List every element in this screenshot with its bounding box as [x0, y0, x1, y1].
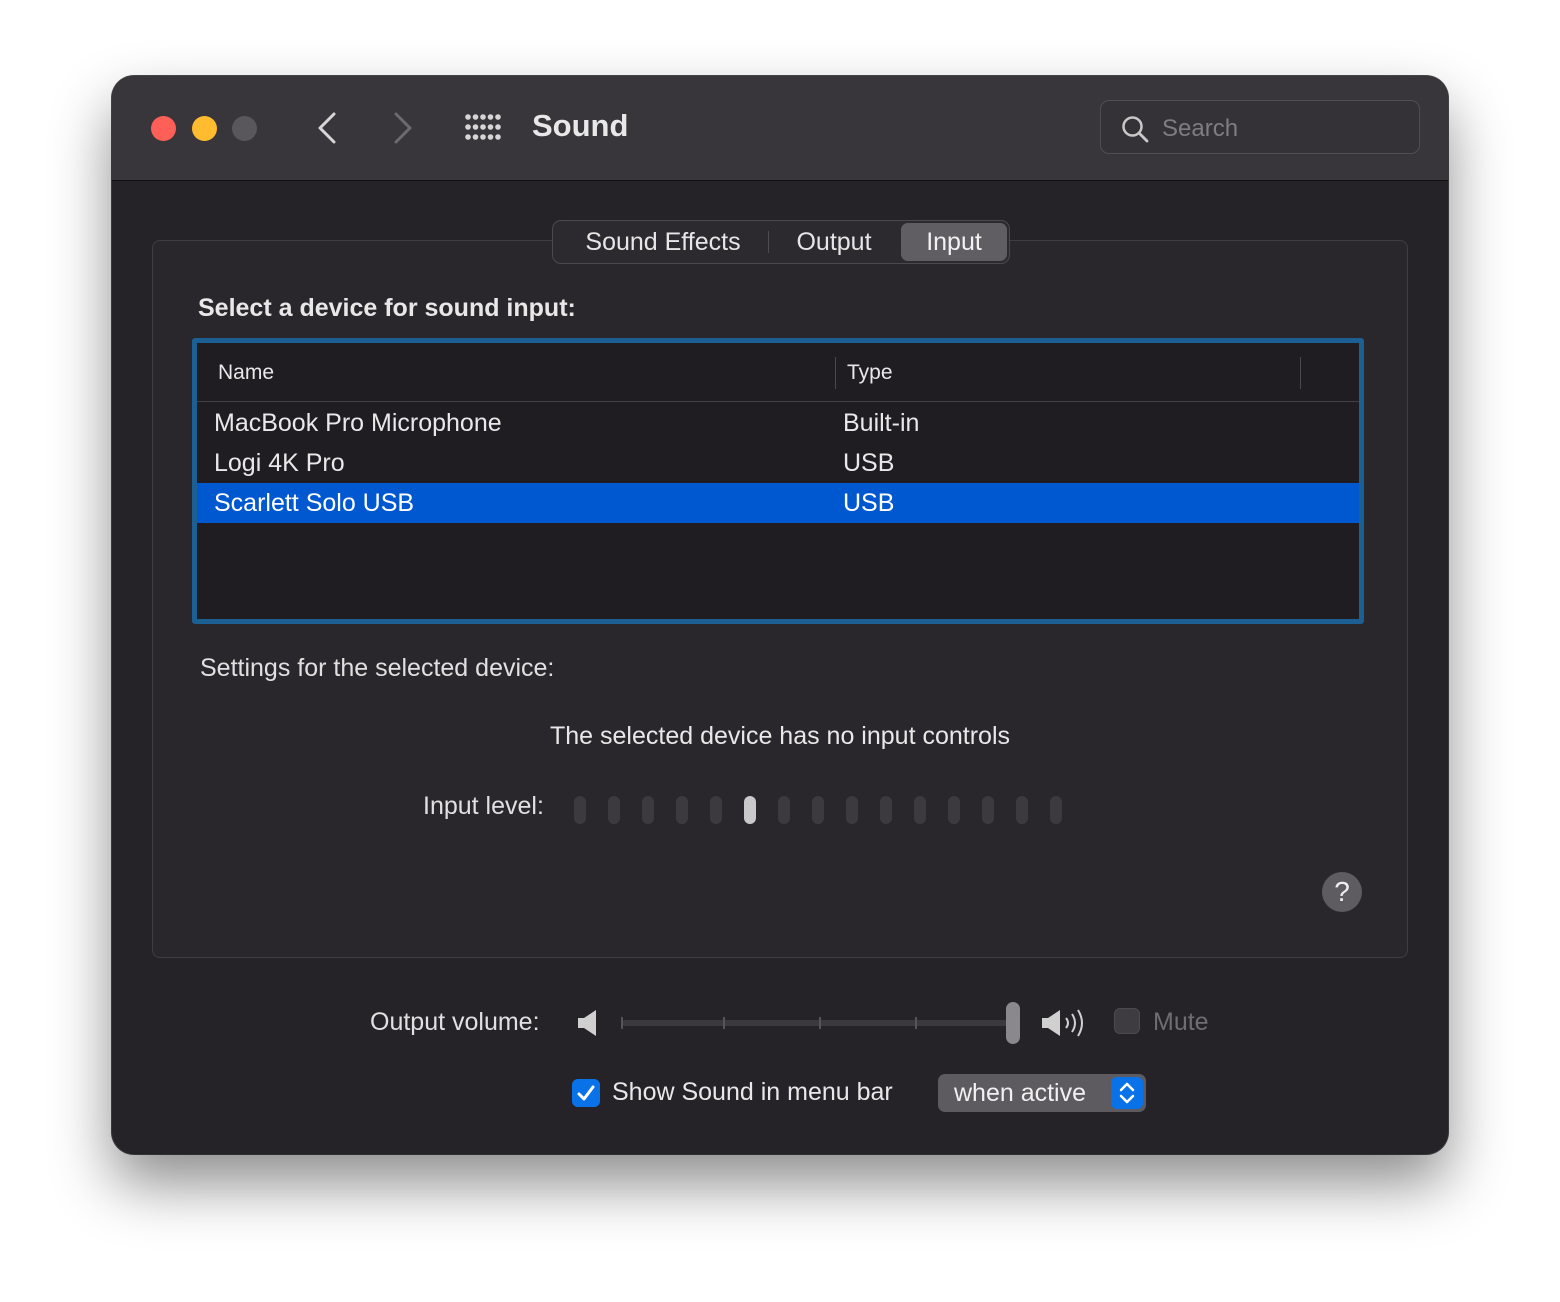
column-header-name[interactable]: Name — [218, 361, 274, 385]
device-row-selected[interactable]: Scarlett Solo USB USB — [197, 483, 1359, 523]
level-segment — [1050, 796, 1062, 824]
level-segment — [1016, 796, 1028, 824]
tab-separator — [768, 231, 769, 253]
level-segment — [880, 796, 892, 824]
sound-preferences-window: Sound Search Sound Effects Output Input … — [112, 76, 1448, 1154]
level-segment — [676, 796, 688, 824]
menubar-mode-value: when active — [954, 1079, 1087, 1107]
show-in-menubar-label: Show Sound in menu bar — [612, 1078, 893, 1106]
show-in-menubar-checkbox[interactable] — [572, 1079, 600, 1107]
tab-output[interactable]: Output — [771, 221, 897, 263]
output-volume-slider[interactable] — [620, 1000, 1026, 1046]
table-header: Name Type — [197, 343, 1359, 402]
device-row[interactable]: Logi 4K Pro USB — [197, 443, 1359, 483]
speaker-high-icon — [1042, 1009, 1083, 1037]
column-divider[interactable] — [1300, 357, 1301, 389]
no-input-controls-message: The selected device has no input control… — [550, 722, 1010, 750]
output-volume-label: Output volume: — [370, 1008, 540, 1036]
level-segment — [812, 796, 824, 824]
title-bar: Sound Search — [112, 76, 1448, 181]
search-placeholder: Search — [1162, 115, 1239, 142]
device-name: MacBook Pro Microphone — [214, 409, 502, 437]
level-segment — [608, 796, 620, 824]
input-level-label: Input level: — [423, 792, 544, 820]
column-header-type[interactable]: Type — [847, 361, 893, 385]
slider-knob — [1006, 1002, 1020, 1044]
menubar-mode-popup[interactable]: when active — [938, 1074, 1146, 1112]
show-all-grid-icon[interactable] — [464, 113, 502, 141]
level-segment — [948, 796, 960, 824]
device-type: USB — [843, 489, 895, 517]
search-icon — [1122, 116, 1149, 143]
zoom-button[interactable] — [232, 116, 257, 141]
back-chevron-icon[interactable] — [312, 110, 342, 146]
column-divider[interactable] — [835, 357, 836, 389]
popup-chevrons-icon — [1111, 1077, 1143, 1109]
level-segment — [846, 796, 858, 824]
tab-input[interactable]: Input — [901, 223, 1007, 261]
level-segment-lit — [744, 796, 756, 824]
device-type: Built-in — [843, 409, 920, 437]
window-title: Sound — [532, 108, 629, 143]
level-segment — [982, 796, 994, 824]
level-segment — [710, 796, 722, 824]
tab-control: Sound Effects Output Input — [552, 220, 1010, 264]
device-name: Scarlett Solo USB — [214, 489, 415, 517]
close-button[interactable] — [151, 116, 176, 141]
input-level-meter — [574, 796, 1062, 824]
tab-sound-effects[interactable]: Sound Effects — [561, 221, 765, 263]
level-segment — [914, 796, 926, 824]
help-button[interactable]: ? — [1322, 872, 1362, 912]
device-name: Logi 4K Pro — [214, 449, 345, 477]
forward-chevron-icon[interactable] — [388, 110, 418, 146]
mute-label: Mute — [1153, 1008, 1209, 1036]
search-field[interactable]: Search — [1100, 100, 1420, 154]
speaker-low-icon — [578, 1010, 596, 1036]
level-segment — [778, 796, 790, 824]
input-device-heading: Select a device for sound input: — [198, 294, 576, 322]
minimize-button[interactable] — [192, 116, 217, 141]
mute-checkbox[interactable] — [1114, 1008, 1140, 1034]
device-type: USB — [843, 449, 895, 477]
device-row[interactable]: MacBook Pro Microphone Built-in — [197, 403, 1359, 443]
level-segment — [642, 796, 654, 824]
level-segment — [574, 796, 586, 824]
device-settings-label: Settings for the selected device: — [200, 654, 555, 682]
input-device-table[interactable]: Name Type MacBook Pro Microphone Built-i… — [192, 338, 1364, 624]
